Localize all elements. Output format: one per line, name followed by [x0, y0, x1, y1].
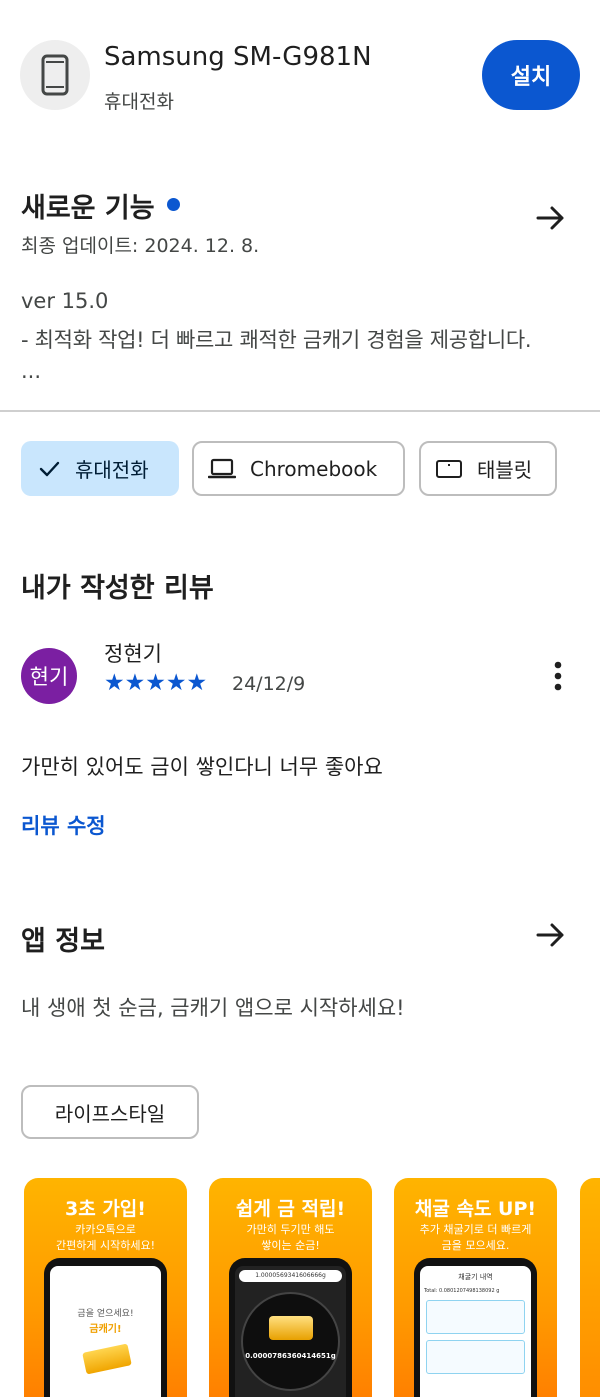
- app-description: 내 생애 첫 순금, 금캐기 앱으로 시작하세요!: [21, 996, 405, 1020]
- phone-screen: 1.0000569341606666g 0.0000786360414651g: [235, 1266, 346, 1397]
- screenshot-4[interactable]: [580, 1178, 600, 1397]
- screen-text: 금캐기!: [89, 1324, 122, 1335]
- screenshot-3[interactable]: 채굴 속도 UP! 추가 채굴기로 더 빠르게 금을 모으세요. 채굴기 내역 …: [394, 1178, 557, 1397]
- reviewer-name: 정현기: [104, 642, 162, 666]
- screenshot-subtitle-line: 금을 모으세요.: [441, 1239, 510, 1252]
- chip-label: Chromebook: [250, 456, 378, 481]
- last-updated: 최종 업데이트: 2024. 12. 8.: [21, 235, 260, 257]
- screenshot-subtitle: 카카오톡으로 간편하게 시작하세요!: [24, 1222, 187, 1254]
- divider: [0, 410, 600, 412]
- miner-card: [426, 1300, 525, 1334]
- chip-chromebook[interactable]: Chromebook: [192, 441, 405, 496]
- category-chip[interactable]: 라이프스타일: [21, 1085, 199, 1139]
- review-text: 가만히 있어도 금이 쌓인다니 너무 좋아요: [21, 755, 383, 779]
- miner-card: [426, 1340, 525, 1374]
- star-icons: ★★★★★: [104, 670, 208, 696]
- phone-screen: 채굴기 내역 Total: 0.0801207498138092 g: [420, 1266, 531, 1397]
- screenshot-subtitle-line: 간편하게 시작하세요!: [56, 1239, 155, 1252]
- screenshot-subtitle-line: 카카오톡으로: [75, 1223, 136, 1236]
- screen-text: 1.0000569341606666g: [239, 1270, 342, 1282]
- chip-phone[interactable]: 휴대전화: [21, 441, 179, 496]
- screenshot-1[interactable]: 3초 가입! 카카오톡으로 간편하게 시작하세요! 금을 얻으세요! 금캐기!: [24, 1178, 187, 1397]
- chip-tablet[interactable]: 태블릿: [419, 441, 557, 496]
- laptop-icon: [208, 458, 236, 480]
- install-button[interactable]: 설치: [482, 40, 580, 110]
- whats-new-title: 새로운 기능: [21, 193, 155, 224]
- tablet-icon: [435, 458, 463, 480]
- whats-new-header[interactable]: 새로운 기능: [21, 186, 180, 225]
- gold-bar-icon: [269, 1316, 313, 1340]
- arrow-right-icon[interactable]: [534, 201, 568, 235]
- screen-text: Total: 0.0801207498138092 g: [424, 1288, 500, 1294]
- edit-review-link[interactable]: 리뷰 수정: [21, 810, 106, 840]
- release-notes: - 최적화 작업! 더 빠르고 쾌적한 금캐기 경험을 제공합니다.: [21, 328, 532, 352]
- screenshot-subtitle-line: 가만히 두기만 해도: [246, 1223, 335, 1236]
- check-icon: [37, 457, 61, 481]
- new-indicator-dot: [166, 198, 180, 211]
- review-date: 24/12/9: [232, 673, 306, 695]
- screenshot-subtitle-line: 추가 채굴기로 더 빠르게: [419, 1223, 532, 1236]
- more-vert-icon[interactable]: [548, 660, 568, 692]
- my-review-title: 내가 작성한 리뷰: [21, 573, 214, 604]
- star-rating: ★★★★★: [104, 670, 210, 696]
- screenshot-title: 쉽게 금 적립!: [235, 1198, 346, 1220]
- gold-pile-circle: [241, 1292, 340, 1391]
- screenshot-2[interactable]: 쉽게 금 적립! 가만히 두기만 해도 쌓이는 순금! 1.0000569341…: [209, 1178, 372, 1397]
- screenshot-title: 채굴 속도 UP!: [414, 1198, 537, 1220]
- phone-mockup: 1.0000569341606666g 0.0000786360414651g: [229, 1258, 352, 1397]
- screen-text: 채굴기 내역: [458, 1273, 493, 1281]
- screenshot-subtitle: 추가 채굴기로 더 빠르게 금을 모으세요.: [394, 1222, 557, 1254]
- screenshot-title: 3초 가입!: [65, 1198, 146, 1220]
- screen-text: 0.0000786360414651g: [245, 1352, 336, 1360]
- phone-screen: 금을 얻으세요! 금캐기!: [50, 1266, 161, 1397]
- device-name: Samsung SM-G981N: [104, 42, 372, 72]
- screenshot-subtitle: 가만히 두기만 해도 쌓이는 순금!: [209, 1222, 372, 1254]
- phone-device-icon: [20, 40, 90, 110]
- arrow-right-icon[interactable]: [534, 918, 568, 952]
- version-text: ver 15.0: [21, 289, 109, 313]
- chip-label: 휴대전화: [75, 458, 149, 482]
- about-app-title[interactable]: 앱 정보: [21, 919, 105, 958]
- release-notes-ellipsis: ...: [21, 359, 42, 383]
- screenshot-subtitle-line: 쌓이는 순금!: [261, 1239, 320, 1252]
- phone-mockup: 금을 얻으세요! 금캐기!: [44, 1258, 167, 1397]
- chip-label: 태블릿: [477, 458, 533, 482]
- gold-bar-icon: [82, 1343, 132, 1375]
- screen-text: 금을 얻으세요!: [77, 1309, 134, 1319]
- device-type: 휴대전화: [104, 91, 174, 113]
- device-header: Samsung SM-G981N 휴대전화 설치: [20, 40, 580, 113]
- phone-mockup: 채굴기 내역 Total: 0.0801207498138092 g: [414, 1258, 537, 1397]
- avatar: 현기: [21, 648, 77, 704]
